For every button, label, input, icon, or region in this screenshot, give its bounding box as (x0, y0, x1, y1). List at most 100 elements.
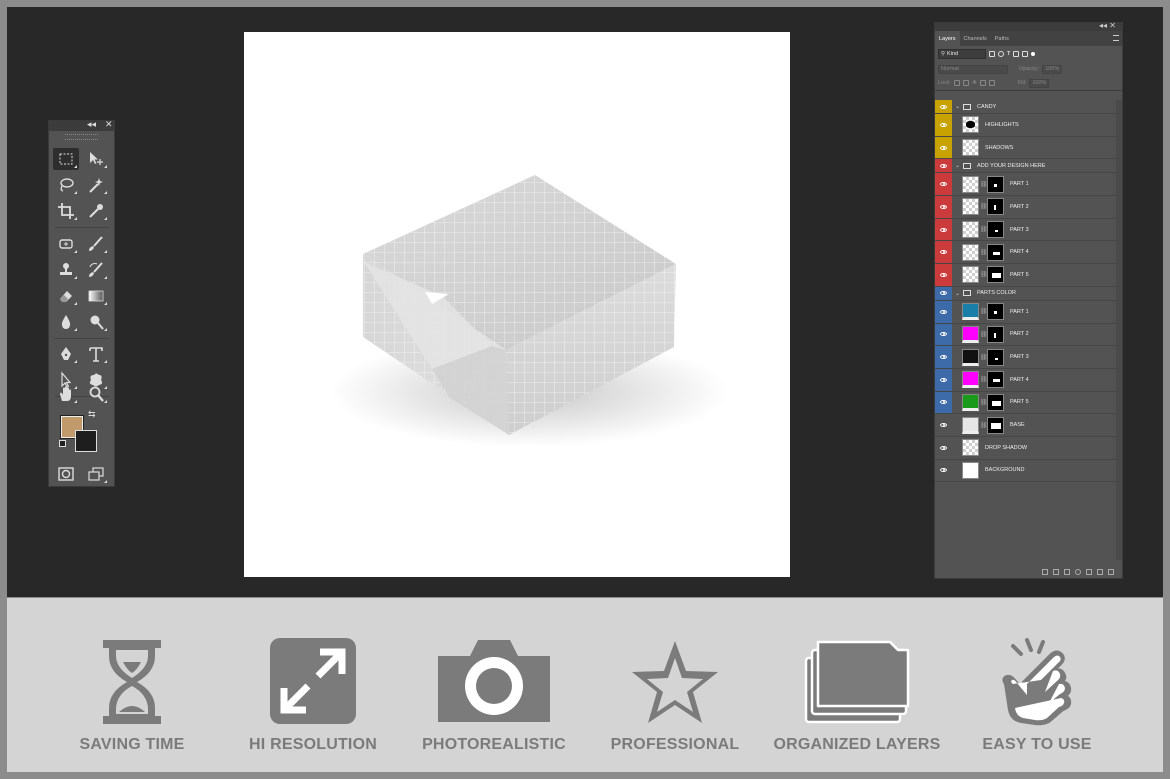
new-group-icon[interactable] (1086, 568, 1092, 575)
link-icon[interactable]: ⛓ (980, 271, 988, 278)
magic-wand-tool-icon[interactable] (83, 174, 109, 196)
shape-filter-icon[interactable] (1013, 51, 1020, 57)
type-filter-icon[interactable]: T (1007, 51, 1010, 57)
link-icon[interactable]: ⛓ (980, 203, 988, 210)
lock-position-icon[interactable]: ✥ (972, 80, 977, 86)
tab-paths[interactable]: Paths (991, 31, 1013, 46)
link-icon[interactable]: ⛓ (980, 422, 988, 429)
link-icon[interactable]: ⛓ (980, 331, 988, 338)
layer-visibility-toggle[interactable] (935, 346, 952, 368)
new-layer-icon[interactable] (1097, 568, 1103, 575)
add-mask-icon[interactable] (1064, 568, 1070, 575)
move-tool-icon[interactable] (83, 148, 109, 170)
chevron-down-icon[interactable]: ⌄ (955, 290, 960, 297)
link-icon[interactable]: ⛓ (980, 181, 988, 188)
layer-group-row[interactable]: ⌄ PARTS COLOR (935, 286, 1117, 301)
layer-mask-thumbnail[interactable] (987, 348, 1004, 366)
lock-pixels-icon[interactable] (954, 80, 961, 86)
pixel-filter-icon[interactable] (989, 51, 995, 57)
panel-menu-icon[interactable] (1113, 35, 1119, 41)
layer-row[interactable]: ⛓ PART 1 (935, 300, 1117, 324)
brush-tool-icon[interactable] (83, 233, 109, 255)
tab-channels[interactable]: Channels (960, 31, 991, 46)
background-color-swatch[interactable] (75, 430, 97, 452)
chevron-down-icon[interactable]: ⌄ (955, 162, 960, 169)
layer-visibility-toggle[interactable] (935, 414, 952, 436)
link-icon[interactable]: ⛓ (980, 226, 988, 233)
layer-visibility-toggle[interactable] (935, 323, 952, 346)
layer-visibility-toggle[interactable] (935, 264, 952, 286)
clone-stamp-tool-icon[interactable] (53, 259, 79, 281)
layer-mask-thumbnail[interactable] (987, 325, 1004, 343)
default-colors-icon[interactable] (59, 440, 66, 447)
fx-icon[interactable] (1053, 568, 1059, 575)
layer-row[interactable]: ⛓ PART 5 (935, 391, 1117, 415)
layer-mask-thumbnail[interactable] (987, 416, 1004, 434)
layer-mask-thumbnail[interactable] (987, 198, 1004, 216)
layer-mask-thumbnail[interactable] (987, 266, 1004, 284)
layer-row[interactable]: ⛓ PART 3 (935, 346, 1117, 369)
layer-group-row[interactable]: ⌄ CANDY (935, 100, 1117, 114)
filter-toggle-icon[interactable] (1031, 52, 1036, 56)
layer-visibility-toggle[interactable] (935, 218, 952, 241)
layer-visibility-toggle[interactable] (935, 300, 952, 323)
layer-mask-thumbnail[interactable] (987, 393, 1004, 411)
layer-visibility-toggle[interactable] (935, 368, 952, 391)
pen-tool-icon[interactable] (53, 343, 79, 365)
layer-row[interactable]: HIGHLIGHTS (935, 114, 1117, 137)
rectangular-marquee-tool-icon[interactable] (53, 148, 79, 170)
layer-visibility-toggle[interactable] (935, 173, 952, 196)
layer-row[interactable]: BACKGROUND (935, 459, 1117, 483)
chevron-down-icon[interactable]: ⌄ (955, 103, 960, 110)
fill-field[interactable]: 100% (1029, 78, 1050, 88)
layer-row[interactable]: ⛓ PART 4 (935, 241, 1117, 265)
opacity-field[interactable]: 100% (1042, 64, 1063, 74)
lock-artboard-icon[interactable] (979, 80, 986, 86)
collapse-panel-icon[interactable]: ◂◂ ✕ (1099, 21, 1116, 30)
blur-tool-icon[interactable] (53, 311, 79, 333)
lasso-tool-icon[interactable] (53, 174, 79, 196)
layer-row[interactable]: ⛓ BASE (935, 414, 1117, 437)
layer-visibility-toggle[interactable] (935, 159, 952, 173)
layer-row[interactable]: ⛓ PART 2 (935, 196, 1117, 219)
crop-tool-icon[interactable] (53, 200, 79, 222)
filter-kind-select[interactable]: ⚲ Kind (938, 49, 986, 59)
link-layers-icon[interactable] (1042, 568, 1048, 575)
layer-visibility-toggle[interactable] (935, 459, 952, 482)
gradient-tool-icon[interactable] (83, 285, 109, 307)
layer-visibility-toggle[interactable] (935, 114, 952, 136)
layer-visibility-toggle[interactable] (935, 391, 952, 414)
screen-mode-icon[interactable] (83, 463, 109, 485)
close-icon[interactable]: ✕ (105, 119, 113, 130)
dodge-tool-icon[interactable] (83, 311, 109, 333)
adjustment-layer-icon[interactable] (1075, 568, 1081, 575)
layer-visibility-toggle[interactable] (935, 136, 952, 159)
collapse-panel-icon[interactable]: ◂◂ (87, 119, 96, 130)
hand-tool-icon[interactable] (53, 383, 79, 405)
adjustment-filter-icon[interactable] (998, 51, 1004, 57)
quick-mask-icon[interactable] (53, 463, 79, 485)
layer-row[interactable]: ⛓ PART 2 (935, 323, 1117, 347)
layer-mask-thumbnail[interactable] (987, 371, 1004, 389)
zoom-tool-icon[interactable] (83, 383, 109, 405)
link-icon[interactable]: ⛓ (980, 376, 988, 383)
layer-group-row[interactable]: ⌄ ADD YOUR DESIGN HERE (935, 159, 1117, 174)
layer-mask-thumbnail[interactable] (987, 303, 1004, 321)
layer-visibility-toggle[interactable] (935, 241, 952, 264)
link-icon[interactable]: ⛓ (980, 308, 988, 315)
document-canvas[interactable] (244, 32, 790, 577)
layer-visibility-toggle[interactable] (935, 436, 952, 459)
eraser-tool-icon[interactable] (53, 285, 79, 307)
link-icon[interactable]: ⛓ (980, 249, 988, 256)
layer-mask-thumbnail[interactable] (987, 243, 1004, 261)
layer-row[interactable]: SHADOWS (935, 136, 1117, 160)
lock-image-icon[interactable] (963, 80, 970, 86)
trash-icon[interactable] (1108, 568, 1114, 575)
layer-row[interactable]: ⛓ PART 4 (935, 368, 1117, 392)
layer-row[interactable]: ⛓ PART 1 (935, 173, 1117, 197)
layer-row[interactable]: DROP SHADOW (935, 436, 1117, 460)
swap-colors-icon[interactable]: ⇆ (88, 409, 96, 420)
eyedropper-tool-icon[interactable] (83, 200, 109, 222)
layer-row[interactable]: ⛓ PART 5 (935, 264, 1117, 287)
layer-mask-thumbnail[interactable] (987, 175, 1004, 193)
